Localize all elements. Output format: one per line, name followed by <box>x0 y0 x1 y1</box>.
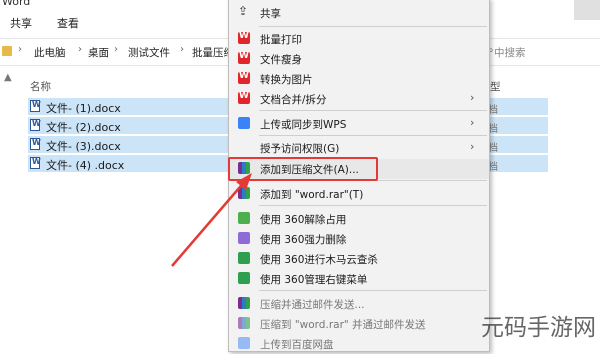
file-name: 文件- (4) .docx <box>46 159 125 172</box>
chevron-right-icon: › <box>114 44 118 55</box>
menu-divider <box>259 110 487 111</box>
tab-share[interactable]: 共享 <box>10 15 32 31</box>
menu-item-label: 批量打印 <box>260 34 302 46</box>
menu-item-label: 压缩并通过邮件发送... <box>260 299 365 311</box>
scroll-up-icon[interactable]: ▲ <box>4 72 12 83</box>
cloud-icon <box>238 117 250 129</box>
menu-item-add-to-word-rar[interactable]: 添加到 "word.rar"(T) <box>229 184 489 204</box>
menu-item-label: 上传到百度网盘 <box>260 339 334 351</box>
chevron-right-icon: › <box>470 116 475 129</box>
tab-view[interactable]: 查看 <box>57 15 79 31</box>
menu-item-label: 使用 360管理右键菜单 <box>260 274 368 286</box>
search-input[interactable]: ⌕ 中搜索 <box>488 43 600 60</box>
pointer-arrow-icon <box>171 173 252 267</box>
menu-item-file-slim[interactable]: 文件瘦身 <box>229 49 489 69</box>
word-doc-icon <box>30 157 41 169</box>
menu-item-compress-email[interactable]: 压缩并通过邮件发送... <box>229 294 489 314</box>
menu-item-batch-print[interactable]: 批量打印 <box>229 29 489 49</box>
share-icon <box>238 4 250 18</box>
chevron-right-icon: › <box>18 44 22 55</box>
menu-item-label: 使用 360强力删除 <box>260 234 347 246</box>
breadcrumb-this-pc[interactable]: 此电脑 <box>34 45 66 60</box>
menu-item-360-delete[interactable]: 使用 360强力删除 <box>229 229 489 249</box>
winrar-icon <box>238 297 250 309</box>
menu-item-label: 共享 <box>260 8 281 20</box>
winrar-icon <box>238 317 250 329</box>
column-header-name[interactable]: 名称 <box>30 79 51 94</box>
menu-item-label: 转换为图片 <box>260 74 313 86</box>
menu-item-label: 压缩到 "word.rar" 并通过邮件发送 <box>260 319 426 331</box>
search-placeholder: 中搜索 <box>494 47 526 59</box>
wps-icon <box>238 31 250 44</box>
menu-item-merge-split[interactable]: 文档合并/拆分 › <box>229 89 489 109</box>
file-name: 文件- (1).docx <box>46 102 121 115</box>
word-doc-icon <box>30 138 41 150</box>
menu-item-360-menu[interactable]: 使用 360管理右键菜单 <box>229 269 489 289</box>
chevron-right-icon: › <box>78 44 82 55</box>
wps-icon <box>238 51 250 64</box>
menu-divider <box>259 290 487 291</box>
file-name: 文件- (3).docx <box>46 140 121 153</box>
menu-divider <box>259 135 487 136</box>
menu-item-360-unlock[interactable]: 使用 360解除占用 <box>229 209 489 229</box>
menu-item-360-scan[interactable]: 使用 360进行木马云查杀 <box>229 249 489 269</box>
menu-item-label: 文件瘦身 <box>260 54 302 66</box>
breadcrumb-test-files[interactable]: 测试文件 <box>128 45 170 60</box>
word-doc-icon <box>30 119 41 131</box>
folder-icon <box>2 46 12 56</box>
menu-item-baidu-upload[interactable]: 上传到百度网盘 <box>229 334 489 354</box>
window-title: Word <box>2 0 31 8</box>
chevron-right-icon: › <box>180 44 184 55</box>
menu-item-label: 使用 360进行木马云查杀 <box>260 254 378 266</box>
chevron-right-icon: › <box>470 140 475 153</box>
menu-item-share[interactable]: 共享 <box>229 3 489 23</box>
360-menu-icon <box>238 272 250 284</box>
column-header-type[interactable]: 型 <box>490 79 501 94</box>
menu-item-label: 授予访问权限(G) <box>260 143 340 155</box>
menu-item-convert-image[interactable]: 转换为图片 <box>229 69 489 89</box>
word-doc-icon <box>30 100 41 112</box>
menu-item-label: 上传或同步到WPS <box>260 119 347 131</box>
wps-icon <box>238 91 250 104</box>
menu-item-compress-word-rar-email[interactable]: 压缩到 "word.rar" 并通过邮件发送 <box>229 314 489 334</box>
wps-icon <box>238 71 250 84</box>
baidu-icon <box>238 337 250 349</box>
menu-item-label: 使用 360解除占用 <box>260 214 347 226</box>
file-name: 文件- (2).docx <box>46 121 121 134</box>
menu-divider <box>259 26 487 27</box>
chevron-right-icon: › <box>470 91 475 104</box>
menu-item-label: 文档合并/拆分 <box>260 94 327 106</box>
watermark-logo: 元码手游网 <box>481 315 596 341</box>
menu-item-grant-access[interactable]: 授予访问权限(G) › <box>229 138 489 158</box>
menu-item-upload-wps[interactable]: 上传或同步到WPS › <box>229 114 489 134</box>
breadcrumb-desktop[interactable]: 桌面 <box>88 45 109 60</box>
menu-divider <box>259 205 487 206</box>
menu-item-label: 添加到 "word.rar"(T) <box>260 189 364 201</box>
